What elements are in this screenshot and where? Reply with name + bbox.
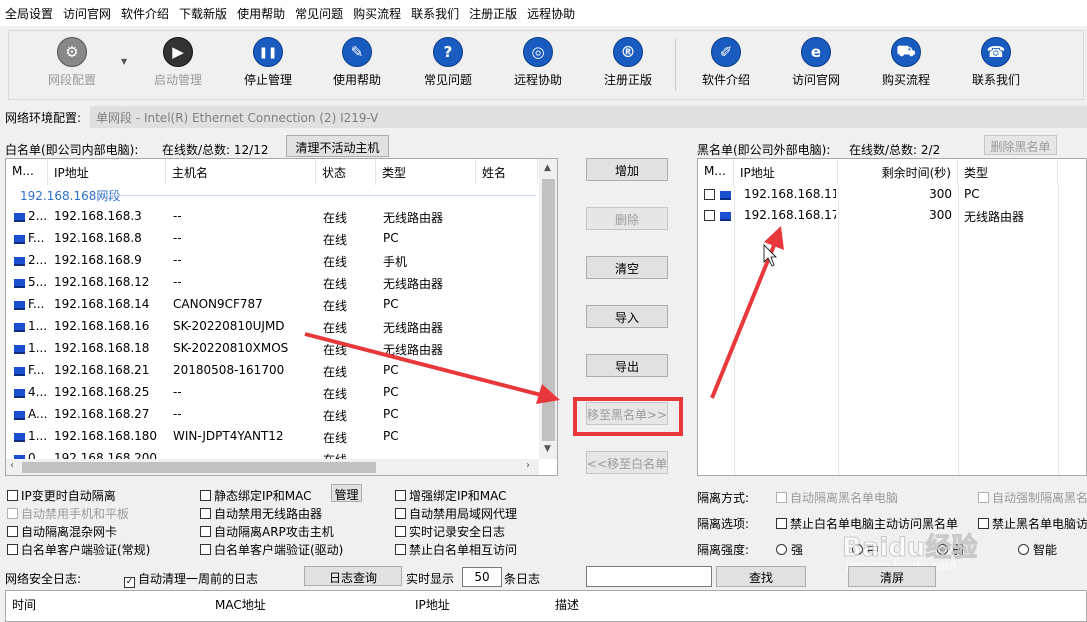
manage-button[interactable]: 管理 <box>331 484 362 502</box>
force-isolate-blacklist-option[interactable]: 自动强制隔离黑名 <box>978 489 1087 506</box>
option-checkbox-0-0[interactable]: IP变更时自动隔离 <box>7 487 116 504</box>
find-button[interactable]: 查找 <box>716 566 806 587</box>
log-table: 时间 MAC地址 IP地址 描述 <box>5 590 1087 622</box>
checkbox[interactable] <box>395 526 406 537</box>
option-label: IP变更时自动隔离 <box>21 489 116 503</box>
auto-clean-log-label: 自动清理一周前的日志 <box>138 572 259 586</box>
option-checkbox-3-1[interactable]: 白名单客户端验证(驱动) <box>200 541 343 558</box>
realtime-label: 实时显示 <box>406 572 455 586</box>
arrow-line-1 <box>304 332 546 398</box>
option-label: 禁止白名单相互访问 <box>409 543 518 557</box>
strength-strong-label: 强 <box>791 543 804 557</box>
checkbox[interactable] <box>200 526 211 537</box>
option-checkbox-1-0[interactable]: 自动禁用手机和平板 <box>7 505 129 522</box>
checkbox[interactable] <box>7 490 18 501</box>
checkbox[interactable] <box>395 508 406 519</box>
checkbox[interactable] <box>978 492 989 503</box>
strength-smart-label: 智能 <box>1033 543 1058 557</box>
option-label: 自动禁用局域网代理 <box>409 507 518 521</box>
checkbox[interactable] <box>7 544 18 555</box>
radio-icon[interactable] <box>1018 544 1029 555</box>
checkbox[interactable] <box>395 490 406 501</box>
checkbox[interactable] <box>978 518 989 529</box>
isolation-strength-label: 隔离强度: <box>697 543 750 557</box>
option-label: 自动禁用无线路由器 <box>214 507 323 521</box>
log-count-input[interactable]: 50 <box>462 567 502 587</box>
checkbox[interactable] <box>200 490 211 501</box>
arrow-line-2 <box>710 242 777 399</box>
option-label: 白名单客户端验证(常规) <box>21 543 151 557</box>
option-checkbox-2-2[interactable]: 实时记录安全日志 <box>395 523 505 540</box>
strength-strong-radio[interactable]: 强 <box>776 541 803 558</box>
option-label: 实时记录安全日志 <box>409 525 506 539</box>
isolation-mode-label: 隔离方式: <box>697 491 750 505</box>
option-checkbox-1-2[interactable]: 自动禁用局域网代理 <box>395 505 517 522</box>
log-column-mac[interactable]: MAC地址 <box>209 591 409 617</box>
checkbox[interactable] <box>200 508 211 519</box>
checkbox[interactable] <box>7 526 18 537</box>
log-column-ip[interactable]: IP地址 <box>409 591 549 617</box>
checkbox-checked[interactable]: ✓ <box>124 577 135 588</box>
log-label: 网络安全日志: <box>5 572 82 586</box>
option-checkbox-0-1[interactable]: 静态绑定IP和MAC <box>200 487 312 504</box>
force-isolate-blacklist-label: 自动强制隔离黑名 <box>992 491 1087 505</box>
log-unit-label: 条日志 <box>504 572 541 586</box>
option-checkbox-3-0[interactable]: 白名单客户端验证(常规) <box>7 541 150 558</box>
option-checkbox-1-1[interactable]: 自动禁用无线路由器 <box>200 505 322 522</box>
log-column-time[interactable]: 时间 <box>6 591 206 617</box>
strength-smart-radio[interactable]: 智能 <box>1018 541 1057 558</box>
checkbox[interactable] <box>776 518 787 529</box>
option-label: 自动禁用手机和平板 <box>21 507 130 521</box>
block-black-to-white-label: 禁止黑名单电脑访 <box>992 517 1087 531</box>
auto-isolate-blacklist-option[interactable]: 自动隔离黑名单电脑 <box>776 489 898 506</box>
option-checkbox-2-1[interactable]: 自动隔离ARP攻击主机 <box>200 523 334 540</box>
option-label: 增强绑定IP和MAC <box>409 489 507 503</box>
checkbox[interactable] <box>7 508 18 519</box>
log-search-input[interactable] <box>586 566 712 587</box>
block-black-to-white-option[interactable]: 禁止黑名单电脑访 <box>978 515 1087 532</box>
checkbox[interactable] <box>776 492 787 503</box>
option-checkbox-3-2[interactable]: 禁止白名单相互访问 <box>395 541 517 558</box>
checkbox[interactable] <box>200 544 211 555</box>
checkbox[interactable] <box>395 544 406 555</box>
option-label: 静态绑定IP和MAC <box>214 489 312 503</box>
option-checkbox-2-0[interactable]: 自动隔离混杂网卡 <box>7 523 117 540</box>
log-column-description[interactable]: 描述 <box>549 591 749 617</box>
clear-screen-button[interactable]: 清屏 <box>848 566 936 587</box>
option-label: 自动隔离混杂网卡 <box>21 525 118 539</box>
arrow-head-1 <box>536 384 560 404</box>
log-query-button[interactable]: 日志查询 <box>304 566 402 586</box>
option-label: 自动隔离ARP攻击主机 <box>214 525 334 539</box>
option-checkbox-0-2[interactable]: 增强绑定IP和MAC <box>395 487 507 504</box>
radio-icon[interactable] <box>776 544 787 555</box>
auto-isolate-blacklist-label: 自动隔离黑名单电脑 <box>790 491 899 505</box>
auto-clean-log-option[interactable]: ✓ 自动清理一周前的日志 <box>124 570 258 588</box>
option-label: 白名单客户端验证(驱动) <box>214 543 344 557</box>
isolation-option-label: 隔离选项: <box>697 517 750 531</box>
